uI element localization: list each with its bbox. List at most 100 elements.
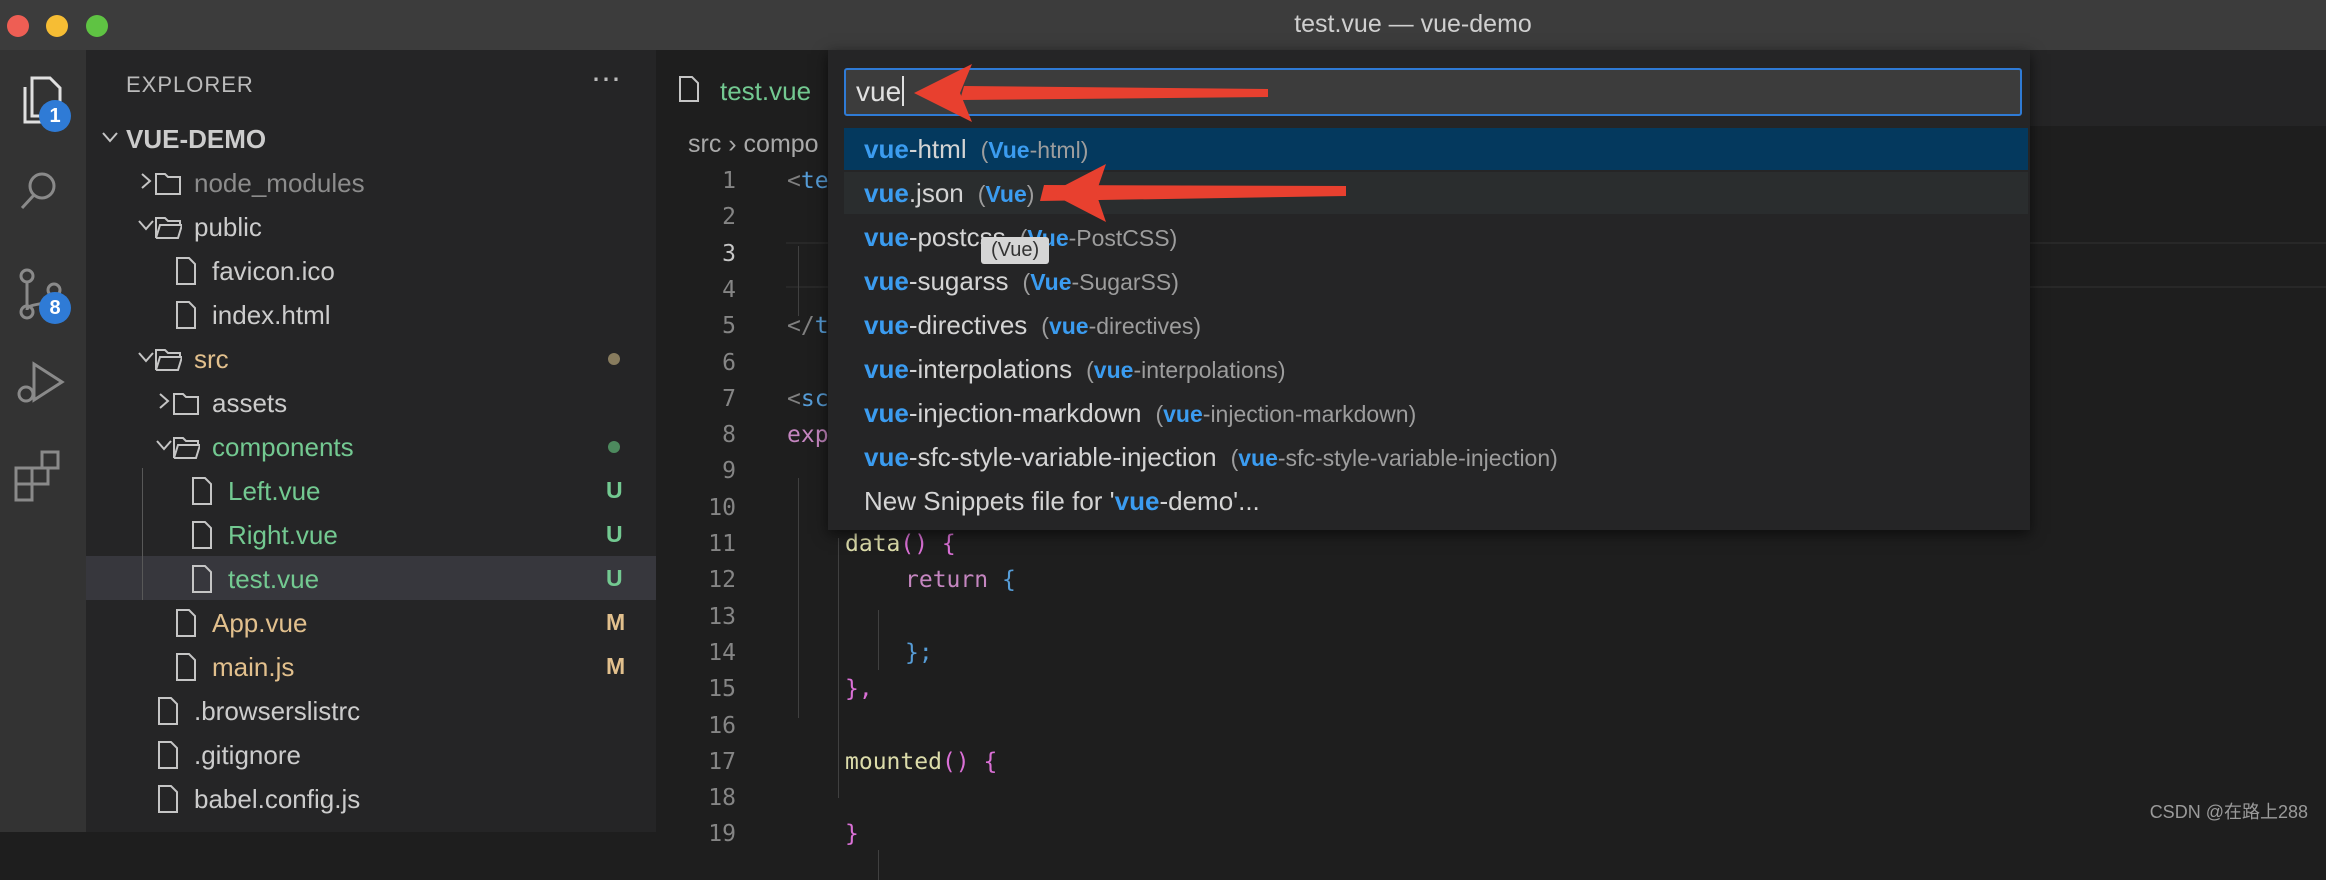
- breadcrumb[interactable]: src › compo: [688, 130, 819, 159]
- tree-item-label: babel.config.js: [194, 784, 361, 814]
- line-number: 3: [722, 240, 736, 267]
- code-line: mounted() {: [845, 748, 998, 775]
- quick-pick-item-description: (vue-interpolations): [1086, 357, 1286, 383]
- editor-tab[interactable]: test.vue U: [656, 50, 856, 128]
- indent-guide: [878, 850, 879, 880]
- explorer-activity[interactable]: 1: [10, 70, 76, 136]
- git-status-dot: [608, 353, 620, 365]
- tree-item[interactable]: VUE-DEMO: [86, 116, 656, 160]
- code-line: };: [905, 639, 933, 666]
- tree-item[interactable]: babel.config.js: [86, 776, 656, 820]
- annotation-arrows: [914, 64, 1346, 222]
- tree-item[interactable]: favicon.ico: [86, 248, 656, 292]
- line-number: 6: [722, 349, 736, 376]
- explorer-header: EXPLORER: [126, 72, 254, 97]
- file-icon: [158, 785, 178, 813]
- tree-item-label: VUE-DEMO: [126, 124, 267, 154]
- tree-item[interactable]: assets: [86, 380, 656, 424]
- git-status-badge: M: [606, 609, 626, 635]
- line-number: 16: [708, 712, 736, 739]
- quick-pick-item-label: vue-sfc-style-variable-injection (vue-sfc…: [864, 442, 1558, 472]
- line-number: 9: [722, 458, 736, 485]
- tree-item[interactable]: test.vue U: [86, 556, 656, 600]
- file-icon: [679, 76, 699, 102]
- tree-item[interactable]: src: [86, 336, 656, 380]
- folder-open-icon: [155, 349, 182, 371]
- quick-pick-item-label: vue-interpolations (vue-interpolations): [864, 354, 1286, 384]
- file-icon: [176, 257, 196, 285]
- quick-pick-item-description: (Vue-SugarSS): [1022, 269, 1179, 295]
- folder-open-icon: [155, 217, 182, 239]
- file-icon: [192, 521, 212, 549]
- tree-item[interactable]: Right.vue U: [86, 512, 656, 556]
- code-line: </t: [787, 313, 829, 340]
- quick-pick-item[interactable]: vue-interpolations (vue-interpolations): [844, 348, 2028, 390]
- line-number: 13: [708, 603, 736, 630]
- tree-item[interactable]: index.html: [86, 292, 656, 336]
- tree-item[interactable]: node_modules: [86, 160, 656, 204]
- tree-item-label: node_modules: [194, 168, 365, 198]
- folder-icon: [155, 173, 181, 195]
- quick-pick-item[interactable]: vue-sfc-style-variable-injection (vue-sfc…: [844, 436, 2028, 478]
- quick-pick-item-description: (vue-sfc-style-variable-injection): [1230, 445, 1558, 471]
- line-number: 12: [708, 567, 736, 594]
- new-snippets-file-label: New Snippets file for 'vue-demo'...: [864, 486, 1260, 516]
- quick-pick-item-label: vue-directives (vue-directives): [864, 310, 1202, 340]
- file-icon: [192, 565, 212, 593]
- code-line: }: [845, 821, 859, 848]
- explorer-sidebar: EXPLORER ⋯ VUE-DEMO node_modulespublic fav…: [86, 50, 656, 832]
- file-icon: [176, 301, 196, 329]
- chevron-down-icon[interactable]: [98, 125, 122, 149]
- tree-item-label: App.vue: [212, 608, 308, 638]
- tree-item[interactable]: App.vue M: [86, 600, 656, 644]
- more-actions-icon[interactable]: ⋯: [591, 62, 621, 97]
- git-status-badge: U: [606, 477, 623, 503]
- git-status-dot: [608, 441, 620, 453]
- indent-guide: [878, 610, 879, 670]
- tree-item[interactable]: .browserslistrc: [86, 688, 656, 732]
- tree-item[interactable]: main.js M: [86, 644, 656, 688]
- tree-item[interactable]: .gitignore: [86, 732, 656, 776]
- file-icon: [158, 697, 178, 725]
- code-line: },: [845, 676, 873, 703]
- quick-pick-item[interactable]: vue-directives (vue-directives): [844, 304, 2028, 346]
- indent-guide: [838, 538, 839, 798]
- search-activity[interactable]: [10, 160, 76, 226]
- run-debug-activity[interactable]: [10, 350, 76, 416]
- title-bar: test.vue — vue-demo: [0, 0, 2326, 50]
- watermark: CSDN @在路上288: [2149, 802, 2308, 822]
- tree-item[interactable]: public: [86, 204, 656, 248]
- tab-label: test.vue: [720, 76, 812, 106]
- arrow-to-vue-json: [1040, 164, 1346, 222]
- source-control-activity[interactable]: 8: [10, 262, 76, 328]
- new-snippets-file-item[interactable]: New Snippets file for 'vue-demo'...: [844, 480, 2028, 522]
- file-icon: [192, 477, 212, 505]
- tree-item-label: test.vue: [228, 564, 320, 594]
- tree-item[interactable]: components: [86, 424, 656, 468]
- file-icon: [176, 653, 196, 681]
- code-line: return {: [905, 567, 1016, 594]
- code-line: data() {: [845, 531, 956, 557]
- source-control-badge: 8: [39, 292, 71, 324]
- extensions-activity[interactable]: [10, 442, 76, 508]
- quick-pick-query: vue: [856, 76, 902, 107]
- run-debug-icon: [17, 361, 65, 403]
- quick-pick-item[interactable]: vue-sugarss (Vue-SugarSS): [844, 260, 2028, 302]
- line-number: 1: [722, 168, 736, 194]
- tree-item[interactable]: Left.vue U: [86, 468, 656, 512]
- tree-item-label: assets: [212, 388, 288, 418]
- line-number: 10: [708, 494, 736, 521]
- tree-item-label: main.js: [212, 652, 295, 682]
- quick-pick-item-label: vue-sugarss (Vue-SugarSS): [864, 266, 1179, 296]
- indent-guide: [798, 478, 799, 718]
- activity-bar: 1 8: [0, 50, 86, 832]
- extensions-icon: [14, 450, 60, 502]
- quick-pick-item-label: vue-injection-markdown (vue-injection-mar…: [864, 398, 1417, 428]
- search-icon: [20, 172, 56, 210]
- line-number: 11: [708, 531, 736, 557]
- quick-pick-item[interactable]: vue-injection-markdown (vue-injection-mar…: [844, 392, 2028, 434]
- git-status-badge: U: [606, 521, 623, 547]
- line-number: 8: [722, 422, 736, 449]
- tree-item-label: .gitignore: [194, 740, 301, 770]
- arrow-to-input: [914, 64, 1268, 122]
